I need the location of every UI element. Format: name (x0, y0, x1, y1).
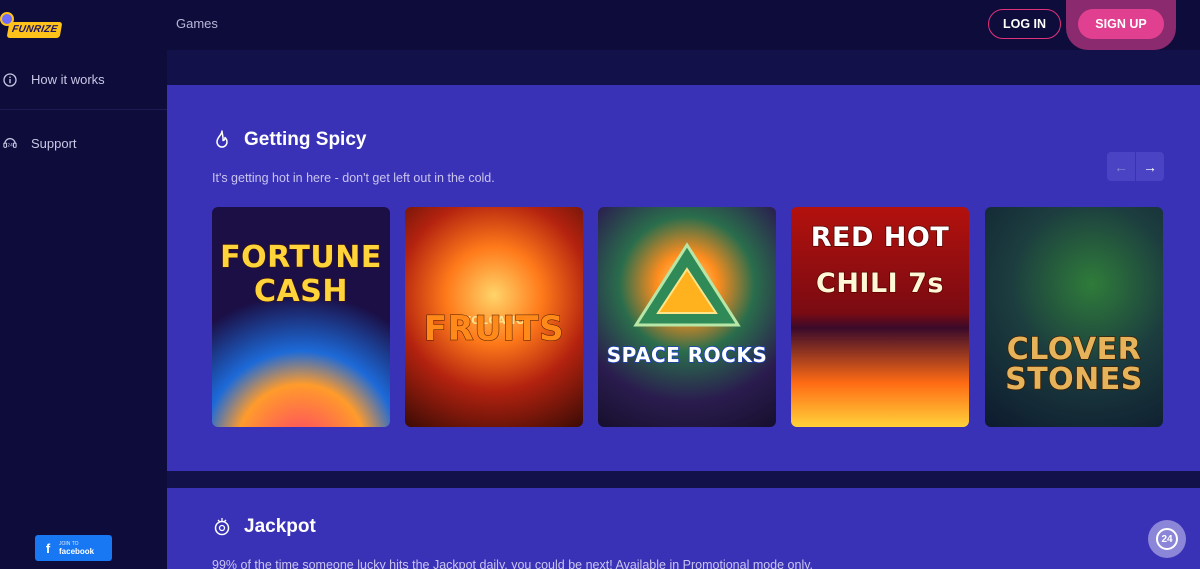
game-card-red-hot-chili-7s[interactable]: RED HOT CHILI 7s (791, 207, 969, 427)
signup-button[interactable]: SIGN UP (1078, 9, 1164, 39)
arrow-left-icon[interactable]: ← (1107, 152, 1135, 181)
game-title-line2: CHILI 7s (815, 268, 944, 300)
top-header: FUNRIZE Games LOG IN SIGN UP (0, 0, 1200, 50)
getting-spicy-section: Getting Spicy It's getting hot in here -… (167, 85, 1200, 471)
main-content: Getting Spicy It's getting hot in here -… (167, 50, 1200, 569)
game-title: CLOVER STONES (1004, 332, 1143, 397)
game-title: FORTUNE CASH (220, 240, 382, 309)
game-title-line1: RED HOT (810, 222, 950, 254)
game-card-volcano-fruits[interactable]: VOLCANO FRUITS (405, 207, 583, 427)
facebook-join-label: facebook (59, 547, 95, 556)
logo-text: FUNRIZE (6, 22, 63, 38)
login-button[interactable]: LOG IN (988, 9, 1061, 39)
section-subtitle: 99% of the time someone lucky hits the J… (212, 558, 814, 569)
sidebar-item-label: How it works (31, 72, 105, 87)
facebook-join-prefix: JOIN TO (59, 541, 79, 547)
game-carousel: FORTUNE CASH VOLCANO FRUITS SPACE ROCKS … (212, 207, 1164, 427)
flame-icon (212, 130, 232, 150)
game-title: FRUITS (423, 309, 565, 349)
arrow-right-icon[interactable]: → (1136, 152, 1164, 181)
svg-text:24: 24 (7, 143, 13, 149)
sidebar-item-support[interactable]: 24 Support (0, 113, 167, 173)
jackpot-icon (212, 517, 232, 537)
funrize-logo[interactable]: FUNRIZE (0, 6, 66, 44)
sidebar-item-how-it-works[interactable]: How it works (0, 50, 167, 110)
carousel-controls: ← → (1107, 152, 1164, 181)
support-24-icon: 24 (3, 136, 17, 150)
gem-art (633, 242, 741, 327)
nav-games-link[interactable]: Games (176, 16, 218, 31)
jackpot-section: Jackpot 99% of the time someone lucky hi… (167, 488, 1200, 569)
facebook-join-button[interactable]: f JOIN TO facebook (35, 535, 112, 561)
section-subtitle: It's getting hot in here - don't get lef… (212, 171, 495, 185)
facebook-icon: f (45, 540, 51, 556)
section-title: Getting Spicy (244, 129, 367, 150)
signup-highlight: SIGN UP (1066, 0, 1176, 50)
game-title: SPACE ROCKS (606, 342, 768, 368)
game-card-clover-stones[interactable]: CLOVER STONES (985, 207, 1163, 427)
sidebar-item-label: Support (31, 135, 77, 151)
support-chat-icon: 24 (1156, 528, 1178, 550)
support-chat-button[interactable]: 24 (1148, 520, 1186, 558)
game-card-space-rocks[interactable]: SPACE ROCKS (598, 207, 776, 427)
section-title: Jackpot (244, 516, 316, 537)
game-card-fortune-cash[interactable]: FORTUNE CASH (212, 207, 390, 427)
sidebar: How it works 24 Support f JOIN TO facebo… (0, 50, 167, 569)
info-icon (3, 72, 17, 87)
